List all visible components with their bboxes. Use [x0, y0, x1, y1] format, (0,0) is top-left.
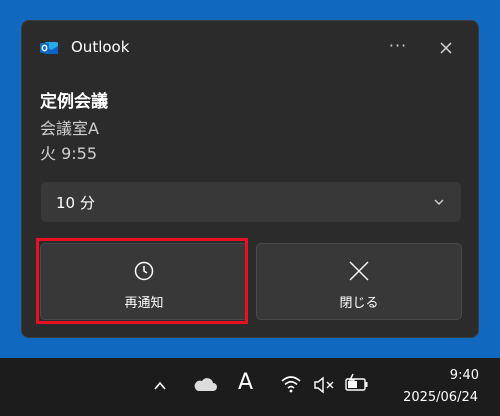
dismiss-label: 閉じる [339, 296, 379, 311]
chevron-up-icon[interactable] [152, 378, 168, 394]
snooze-label: 再通知 [124, 296, 164, 311]
dismiss-button[interactable]: 閉じる [256, 243, 462, 320]
app-name: Outlook [71, 38, 130, 56]
notification-toast: Outlook ··· 定例会議 会議室A 火 9:55 10 分 再通知 閉じ… [21, 20, 479, 338]
dismiss-x-icon [349, 261, 369, 281]
battery-charging-icon[interactable] [344, 373, 370, 393]
notification-title: 定例会議 [40, 92, 108, 112]
meeting-location: 会議室A [40, 119, 99, 138]
meeting-time: 火 9:55 [40, 144, 98, 163]
ime-icon[interactable]: A [238, 370, 253, 395]
close-notification-button[interactable] [434, 36, 458, 60]
onedrive-icon[interactable] [192, 376, 218, 394]
wifi-icon[interactable] [280, 374, 302, 394]
clock-icon [134, 261, 154, 281]
more-options-button[interactable]: ··· [384, 35, 412, 59]
clock-date[interactable]: 2025/06/24 [403, 390, 478, 405]
snooze-duration-value: 10 分 [56, 194, 95, 212]
clock-time[interactable]: 9:40 [450, 368, 479, 383]
taskbar: A 9:40 2025/06/24 [0, 358, 500, 416]
chevron-down-icon [434, 199, 444, 205]
snooze-duration-dropdown[interactable]: 10 分 [41, 182, 461, 222]
volume-muted-icon[interactable] [313, 375, 337, 395]
snooze-button[interactable]: 再通知 [40, 243, 248, 320]
outlook-icon [40, 42, 58, 54]
